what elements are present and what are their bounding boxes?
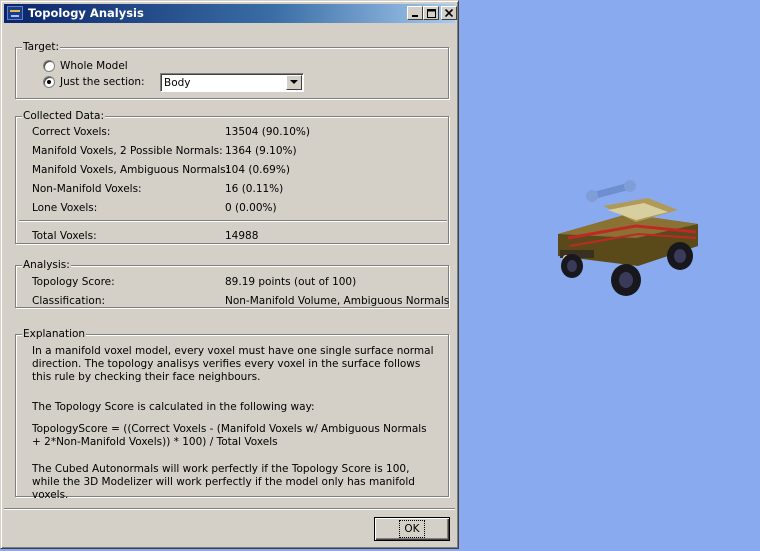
topology-analysis-dialog: Topology Analysis Target: Whole Model Ju… [0,0,459,549]
lone-voxels-value: 0 (0.00%) [225,202,277,214]
truck-icon [558,198,698,296]
topology-score-value: 89.19 points (out of 100) [225,276,357,288]
manifold-ambiguous-value: 104 (0.69%) [225,164,290,176]
just-section-label[interactable]: Just the section: [60,75,145,89]
classification-value: Non-Manifold Volume, Ambiguous Normals [225,295,450,307]
section-select-dropdown-button[interactable] [286,75,302,90]
lone-voxels-label: Lone Voxels: [32,202,98,214]
close-icon [445,9,453,17]
just-section-radio[interactable] [43,76,55,88]
total-voxels-value: 14988 [225,230,259,242]
topology-score-label: Topology Score: [32,276,115,288]
close-button[interactable] [441,6,457,20]
non-manifold-label: Non-Manifold Voxels: [32,183,142,195]
truck-model-preview[interactable] [548,176,708,302]
explanation-paragraph-2: The Topology Score is calculated in the … [32,401,315,413]
whole-model-radio[interactable] [43,60,55,72]
ok-button-label: OK [399,520,425,538]
classification-label: Classification: [32,295,106,307]
title-bar[interactable]: Topology Analysis [4,4,457,23]
explanation-paragraph-4: The Cubed Autonormals will work perfectl… [32,463,415,501]
maximize-button[interactable] [423,6,439,20]
collected-data-legend: Collected Data: [22,110,106,123]
app-icon[interactable] [7,6,23,20]
minimize-icon [412,15,418,17]
manifold-ambiguous-label: Manifold Voxels, Ambiguous Normals: [32,164,230,176]
whole-model-label[interactable]: Whole Model [60,59,128,73]
minimize-button[interactable] [407,6,423,20]
analysis-legend: Analysis: [22,259,71,272]
maximize-icon [426,8,436,18]
total-voxels-label: Total Voxels: [32,230,97,242]
window-title: Topology Analysis [28,6,144,20]
ok-button[interactable]: OK [374,517,450,541]
manifold-two-normals-label: Manifold Voxels, 2 Possible Normals: [32,145,223,157]
dropdown-arrow-icon [290,80,298,84]
section-select-value: Body [164,77,191,89]
non-manifold-value: 16 (0.11%) [225,183,284,195]
explanation-paragraph-1: In a manifold voxel model, every voxel m… [32,345,434,383]
target-legend: Target: [22,41,61,54]
total-separator [19,220,447,222]
gizmo-bone-icon [586,180,636,202]
explanation-legend: Explanation [22,328,87,341]
manifold-two-normals-value: 1364 (9.10%) [225,145,297,157]
section-select[interactable]: Body [160,73,304,92]
explanation-formula: TopologyScore = ((Correct Voxels - (Mani… [32,423,427,448]
footer-divider [4,508,455,510]
correct-voxels-value: 13504 (90.10%) [225,126,310,138]
correct-voxels-label: Correct Voxels: [32,126,111,138]
